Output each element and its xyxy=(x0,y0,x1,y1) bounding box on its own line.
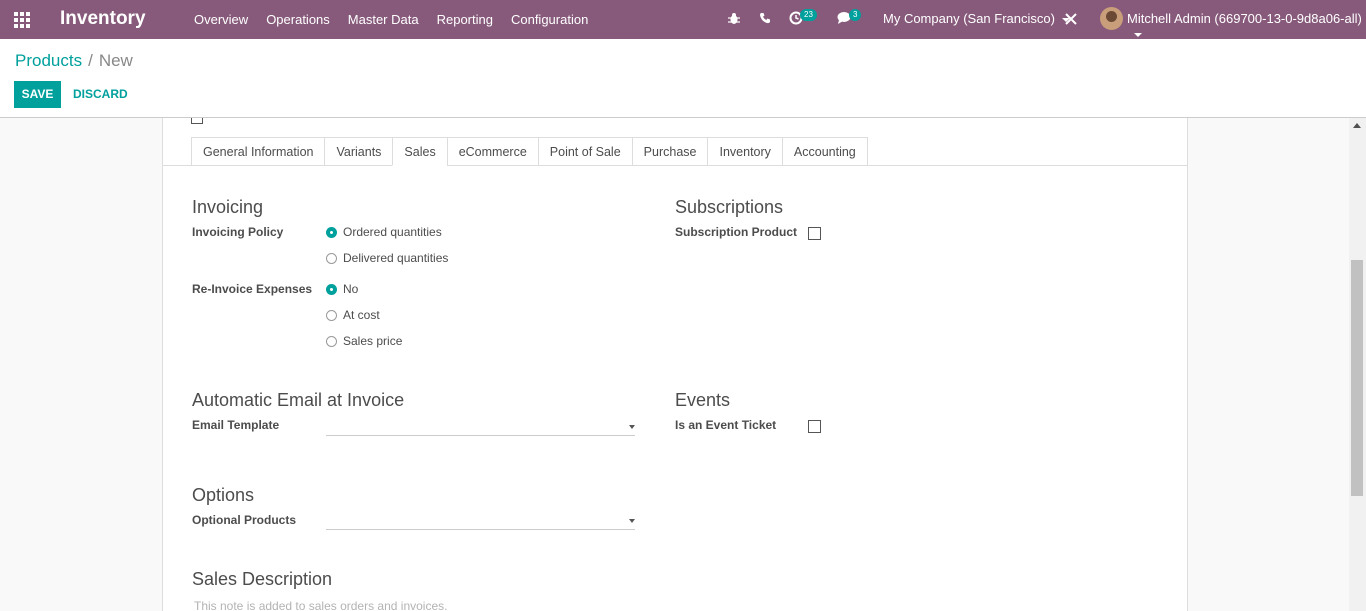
policy-option-ordered[interactable]: Ordered quantities xyxy=(326,225,442,239)
reinvoice-option-label: No xyxy=(343,282,359,296)
app-name[interactable]: Inventory xyxy=(60,8,146,30)
form-sheet: General Information Variants Sales eComm… xyxy=(162,118,1188,611)
company-switcher[interactable]: My Company (San Francisco) xyxy=(883,11,1070,26)
optional-products-label: Optional Products xyxy=(192,513,297,527)
tab-purchase[interactable]: Purchase xyxy=(631,137,708,166)
policy-option-delivered[interactable]: Delivered quantities xyxy=(326,251,448,265)
save-button[interactable]: SAVE xyxy=(14,81,61,108)
scroll-up-arrow-icon[interactable] xyxy=(1353,123,1361,128)
tab-sales[interactable]: Sales xyxy=(392,137,447,166)
avatar[interactable] xyxy=(1100,7,1123,30)
company-name: My Company (San Francisco) xyxy=(883,11,1055,26)
dropdown-caret-icon xyxy=(629,425,635,429)
options-title: Options xyxy=(192,485,255,505)
invoicing-title: Invoicing xyxy=(192,197,264,217)
messages-badge: 3 xyxy=(849,9,862,21)
close-icon[interactable] xyxy=(1065,13,1077,25)
invoicing-policy-label: Invoicing Policy xyxy=(192,225,284,239)
menu-master-data[interactable]: Master Data xyxy=(339,12,428,27)
control-panel: Products / New SAVE DISCARD xyxy=(0,39,1366,118)
subscriptions-title: Subscriptions xyxy=(675,197,784,217)
breadcrumb-current: New xyxy=(98,51,133,70)
top-navbar: Inventory Overview Operations Master Dat… xyxy=(0,0,1366,39)
breadcrumb-separator: / xyxy=(88,51,93,70)
chevron-down-icon xyxy=(1134,32,1142,37)
reinvoice-expenses-label: Re-Invoice Expenses xyxy=(192,282,313,296)
tab-ecommerce[interactable]: eCommerce xyxy=(446,137,538,166)
sales-description-input[interactable]: This note is added to sales orders and i… xyxy=(194,599,447,611)
automatic-email-title: Automatic Email at Invoice xyxy=(192,390,405,410)
menu-reporting[interactable]: Reporting xyxy=(428,12,502,27)
reinvoice-option-no[interactable]: No xyxy=(326,282,358,296)
policy-option-label: Delivered quantities xyxy=(343,251,449,265)
breadcrumb-products[interactable]: Products xyxy=(15,51,82,70)
tab-general-information[interactable]: General Information xyxy=(191,137,325,166)
radio-checked-icon[interactable] xyxy=(326,226,337,238)
discard-button[interactable]: DISCARD xyxy=(73,81,128,108)
activity-badge: 23 xyxy=(800,9,817,21)
menu-overview[interactable]: Overview xyxy=(185,12,257,27)
dropdown-caret-icon xyxy=(629,519,635,523)
apps-menu-icon[interactable] xyxy=(14,12,31,28)
radio-unchecked-icon[interactable] xyxy=(326,252,337,264)
events-title: Events xyxy=(675,390,731,410)
radio-unchecked-icon[interactable] xyxy=(326,309,337,321)
reinvoice-option-sales-price[interactable]: Sales price xyxy=(326,334,402,348)
reinvoice-option-label: At cost xyxy=(343,308,380,322)
tab-accounting[interactable]: Accounting xyxy=(781,137,868,166)
breadcrumb: Products / New xyxy=(15,51,133,71)
radio-unchecked-icon[interactable] xyxy=(326,335,337,347)
email-template-label: Email Template xyxy=(192,418,280,432)
main-menu: Overview Operations Master Data Reportin… xyxy=(185,0,597,39)
optional-products-select[interactable] xyxy=(326,510,635,530)
reinvoice-option-label: Sales price xyxy=(343,334,403,348)
menu-configuration[interactable]: Configuration xyxy=(502,12,597,27)
user-name: Mitchell Admin (669700-13-0-9d8a06-all) xyxy=(1127,11,1362,26)
scrollbar-thumb[interactable] xyxy=(1351,260,1363,496)
subscription-product-label: Subscription Product xyxy=(675,225,798,239)
subscription-product-checkbox[interactable] xyxy=(808,227,821,240)
scrollbar[interactable] xyxy=(1349,118,1366,611)
sales-description-title: Sales Description xyxy=(192,569,333,589)
reinvoice-option-at-cost[interactable]: At cost xyxy=(326,308,380,322)
tab-inventory[interactable]: Inventory xyxy=(707,137,782,166)
email-template-select[interactable] xyxy=(326,416,635,436)
event-ticket-checkbox[interactable] xyxy=(808,420,821,433)
radio-checked-icon[interactable] xyxy=(326,283,337,295)
menu-operations[interactable]: Operations xyxy=(257,12,339,27)
policy-option-label: Ordered quantities xyxy=(343,225,442,239)
bug-icon[interactable] xyxy=(728,12,740,25)
notebook-tabs: General Information Variants Sales eComm… xyxy=(191,137,868,166)
phone-icon[interactable] xyxy=(759,12,771,24)
partially-hidden-checkbox[interactable] xyxy=(191,118,203,124)
event-ticket-label: Is an Event Ticket xyxy=(675,418,777,432)
user-menu[interactable]: Mitchell Admin (669700-13-0-9d8a06-all) xyxy=(1127,11,1366,41)
tab-variants[interactable]: Variants xyxy=(324,137,393,166)
tab-point-of-sale[interactable]: Point of Sale xyxy=(537,137,632,166)
